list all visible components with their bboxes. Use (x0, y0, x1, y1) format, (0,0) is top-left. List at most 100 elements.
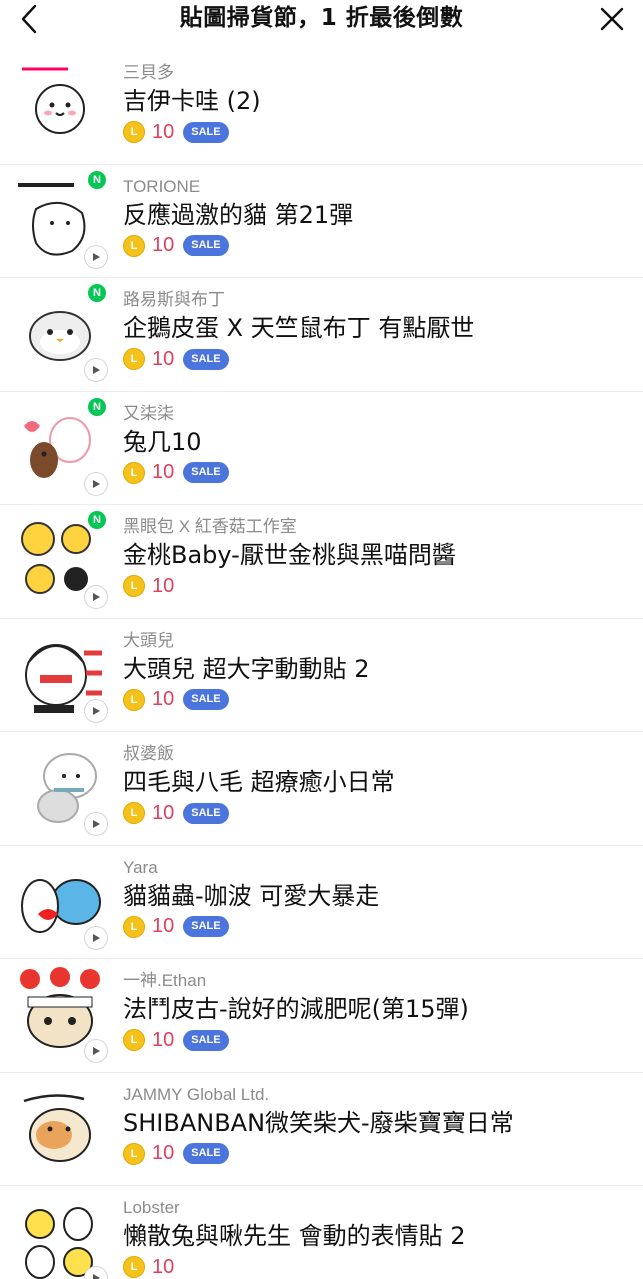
sticker-list-item[interactable]: Yara 貓貓蟲-咖波 可愛大暴走 L 10 SALE (0, 846, 643, 959)
play-icon[interactable] (84, 471, 108, 496)
coin-icon: L (123, 575, 145, 597)
sticker-list-item[interactable]: 大頭兒 大頭兒 超大字動動貼 2 L 10 SALE (0, 619, 643, 732)
coin-icon: L (123, 1142, 145, 1165)
item-info: JAMMY Global Ltd. SHIBANBAN微笑柴犬-廢柴寶寶日常 L 10… (123, 1084, 633, 1167)
price: 10 (152, 234, 175, 256)
sticker-list-item[interactable]: N 又柒柒兔几10 L 10 SALE (0, 392, 643, 505)
sticker-thumbnail[interactable]: N (14, 509, 108, 609)
close-button[interactable] (585, 0, 639, 38)
sticker-list-item[interactable]: Lobster 懶散兔與啾先生 會動的表情貼 2 L 10 (0, 1186, 643, 1279)
play-icon[interactable] (84, 1039, 108, 1063)
price: 10 (152, 1028, 175, 1051)
item-info: 叔婆飯四毛與八毛 超療癒小日常 L 10 SALE (123, 743, 633, 826)
play-icon[interactable] (84, 585, 108, 609)
price-line: L 10 SALE (123, 687, 633, 713)
sticker-list-item[interactable]: N TORIONE 反應過激的貓 第21彈 L 10 SALE (0, 165, 643, 278)
play-icon[interactable] (84, 812, 108, 836)
author-name: Yara (123, 857, 158, 877)
price-line: L 10 (123, 1254, 633, 1279)
sticker-thumbnail[interactable] (14, 850, 108, 950)
sticker-title[interactable]: 大頭兒 超大字動動貼 2 (123, 653, 633, 685)
sticker-list-item[interactable]: JAMMY Global Ltd. SHIBANBAN微笑柴犬-廢柴寶寶日常 L 10… (0, 1073, 643, 1186)
price-line: L 10 SALE (123, 800, 633, 826)
new-badge: N (86, 168, 108, 191)
sticker-list-item[interactable]: 一神.Ethan 法鬥皮古-說好的減肥呢(第15彈) L 10 SALE (0, 959, 643, 1073)
sale-badge: SALE (183, 462, 229, 483)
sticker-list-item[interactable]: N 路易斯與布丁企鵝皮蛋 X 天竺鼠布丁 有點厭世 L 10 SALE (0, 278, 643, 392)
new-badge: N (86, 282, 108, 304)
price: 10 (152, 574, 175, 597)
page-title: 貼圖掃貨節，1 折最後倒數 (179, 5, 464, 31)
sticker-list-item[interactable]: N 黑眼包 X 紅香菇工作室金桃Baby-厭世金桃與黑喵問醬 L 10 (0, 505, 643, 619)
sticker-thumbnail[interactable] (14, 55, 106, 147)
author-name: 又柒柒 (123, 403, 174, 423)
sticker-thumbnail[interactable]: N (14, 395, 108, 496)
sale-badge: SALE (183, 802, 229, 824)
coin-icon: L (123, 802, 145, 824)
sticker-list-item[interactable]: 叔婆飯四毛與八毛 超療癒小日常 L 10 SALE (0, 732, 643, 846)
price: 10 (152, 1142, 175, 1164)
price-line: L 10 SALE (123, 119, 633, 145)
top-bar: 貼圖掃貨節，1 折最後倒數 (0, 0, 643, 38)
price: 10 (152, 1255, 175, 1278)
sticker-title[interactable]: 金桃Baby-厭世金桃與黑喵問醬 (123, 539, 633, 571)
author-name: 三貝多 (123, 63, 174, 82)
coin-icon: L (123, 1256, 145, 1278)
price: 10 (152, 801, 175, 824)
sticker-title[interactable]: 吉伊卡哇 (2) (123, 85, 633, 117)
item-info: 大頭兒 大頭兒 超大字動動貼 2 L 10 SALE (123, 630, 633, 713)
sticker-thumbnail[interactable]: N (14, 282, 108, 382)
price-line: L 10 SALE (123, 233, 633, 259)
item-info: Yara 貓貓蟲-咖波 可愛大暴走 L 10 SALE (123, 857, 633, 940)
author-name: 路易斯與布丁 (123, 290, 225, 309)
sticker-thumbnail[interactable] (14, 1077, 106, 1169)
close-icon (600, 7, 624, 31)
item-info: 三貝多吉伊卡哇 (2) L 10 SALE (123, 62, 633, 145)
author-name: TORIONE (123, 176, 201, 196)
item-info: 路易斯與布丁企鵝皮蛋 X 天竺鼠布丁 有點厭世 L 10 SALE (123, 289, 633, 372)
sticker-title[interactable]: SHIBANBAN微笑柴犬-廢柴寶寶日常 (123, 1107, 633, 1139)
sticker-title[interactable]: 貓貓蟲-咖波 可愛大暴走 (123, 880, 633, 912)
sticker-title[interactable]: 懶散兔與啾先生 會動的表情貼 2 (123, 1220, 633, 1252)
sticker-list: 三貝多 吉伊卡哇 (2) L 10 SALE N TORIONE 反應過激的貓 第21彈 L 10… (0, 51, 643, 1279)
item-info: TORIONE 反應過激的貓 第21彈 L 10 SALE (123, 176, 633, 259)
sale-badge: SALE (183, 1029, 229, 1051)
author-name: 一神.Ethan (123, 971, 207, 990)
sticker-thumbnail[interactable] (14, 1190, 108, 1279)
play-icon[interactable] (84, 698, 108, 723)
sticker-thumbnail[interactable] (14, 963, 108, 1063)
author-name: 黑眼包 X 紅香菇工作室 (123, 517, 297, 536)
sticker-thumbnail[interactable]: N (14, 168, 108, 269)
sale-badge: SALE (183, 121, 229, 143)
sticker-art-icon (23, 1093, 91, 1162)
sale-badge: SALE (183, 235, 229, 256)
item-info: 黑眼包 X 紅香菇工作室金桃Baby-厭世金桃與黑喵問醬 L 10 (123, 516, 633, 599)
coin-icon: L (123, 348, 145, 370)
sticker-art-icon (22, 67, 85, 134)
price-line: L 10 SALE (123, 914, 633, 940)
price-line: L 10 SALE (123, 1141, 633, 1167)
price-line: L 10 (123, 573, 633, 599)
coin-icon: L (123, 234, 145, 257)
sticker-thumbnail[interactable] (14, 623, 108, 723)
sticker-title[interactable]: 法鬥皮古-說好的減肥呢(第15彈) (123, 993, 633, 1025)
play-icon[interactable] (84, 358, 108, 382)
coin-icon: L (123, 461, 145, 484)
coin-icon: L (123, 121, 145, 143)
sticker-title[interactable]: 兔几10 (123, 426, 633, 458)
sticker-thumbnail[interactable] (14, 736, 108, 836)
sale-badge: SALE (183, 348, 229, 370)
play-icon[interactable] (84, 925, 108, 950)
price-line: L 10 SALE (123, 346, 633, 372)
item-info: Lobster 懶散兔與啾先生 會動的表情貼 2 L 10 (123, 1197, 633, 1279)
new-badge: N (86, 395, 108, 418)
author-name: 叔婆飯 (123, 744, 174, 763)
sticker-title[interactable]: 企鵝皮蛋 X 天竺鼠布丁 有點厭世 (123, 312, 633, 344)
sticker-title[interactable]: 四毛與八毛 超療癒小日常 (123, 766, 633, 798)
price: 10 (152, 688, 175, 710)
author-name: Lobster (123, 1198, 180, 1217)
play-icon[interactable] (84, 244, 108, 269)
sticker-title[interactable]: 反應過激的貓 第21彈 (123, 199, 633, 231)
price-line: L 10 SALE (123, 460, 633, 486)
sticker-list-item[interactable]: 三貝多吉伊卡哇 (2) L 10 SALE (0, 51, 643, 165)
